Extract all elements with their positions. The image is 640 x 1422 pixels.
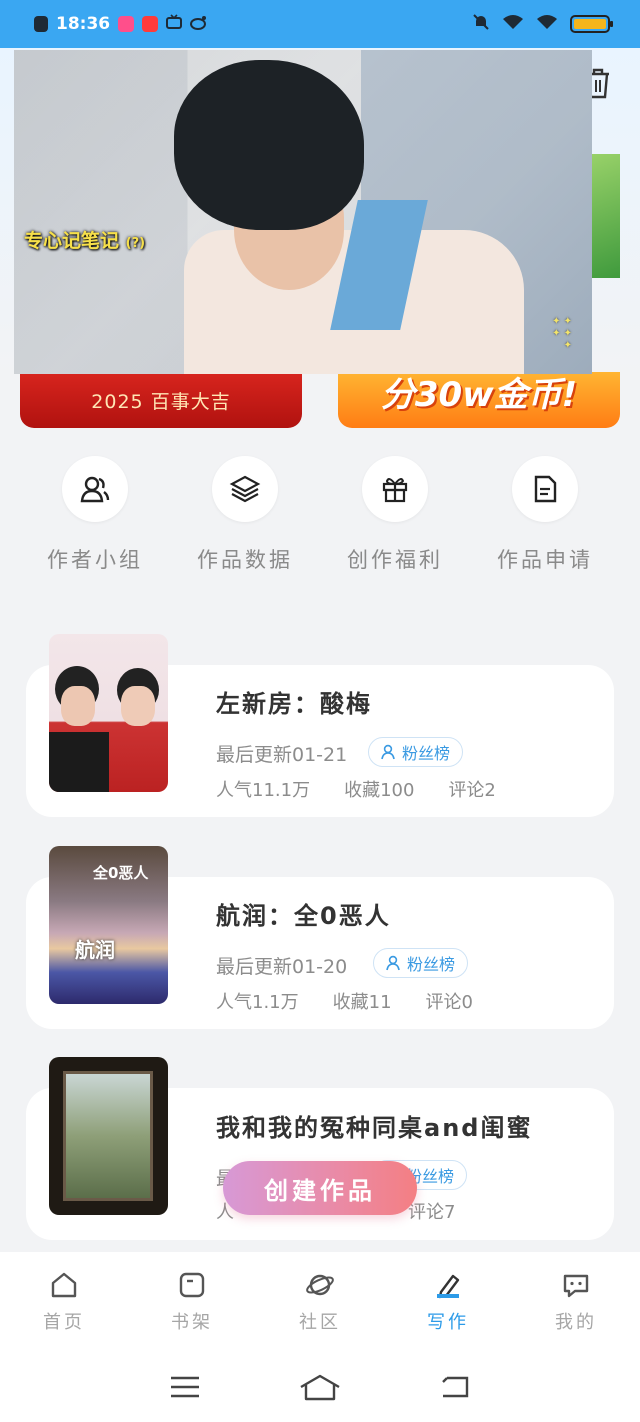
new-year-banner[interactable]: 2025 百事大吉 xyxy=(20,372,302,428)
fan-ranking-label: 粉丝榜 xyxy=(402,744,451,763)
work-comments: 评论7 xyxy=(408,1202,456,1223)
new-year-banner-text: 2025 百事大吉 xyxy=(91,390,231,413)
quick-item-work-data[interactable]: 作品数据 xyxy=(170,456,320,574)
quick-item-label: 作品申请 xyxy=(497,548,593,572)
tv-icon xyxy=(166,13,183,35)
work-popularity: 人气1.1万 xyxy=(216,992,299,1013)
home-icon xyxy=(51,1272,77,1298)
nav-label: 社区 xyxy=(299,1312,341,1333)
shopping-app-icon xyxy=(142,16,159,32)
planet-icon xyxy=(306,1274,334,1296)
gift-icon xyxy=(362,456,428,522)
nav-item-home[interactable]: 首页 xyxy=(0,1252,128,1352)
video-figure-hair xyxy=(174,60,364,230)
work-cover-image[interactable] xyxy=(49,1057,168,1215)
document-icon xyxy=(512,456,578,522)
app-notification-icon xyxy=(118,16,135,32)
create-work-button[interactable]: 创建作品 xyxy=(223,1161,417,1215)
work-updated: 最后更新01-21 xyxy=(216,744,348,766)
people-icon xyxy=(62,456,128,522)
system-nav-bar xyxy=(0,1352,640,1422)
quick-menu: 作者小组 作品数据 创作福利 作品申请 xyxy=(20,456,620,574)
nav-label: 书架 xyxy=(171,1312,213,1333)
work-stats: 人气1.1万 收藏11 评论0 xyxy=(216,988,473,1014)
app-close-icon xyxy=(34,16,48,32)
bookshelf-icon xyxy=(179,1272,205,1298)
work-popularity: 人气11.1万 xyxy=(216,780,311,801)
work-cover-image[interactable] xyxy=(49,634,168,792)
floating-video-player[interactable]: 专心记笔记 (?) ✦ ✦ ✦ ✦ ✦ xyxy=(14,50,592,374)
quick-item-creator-benefits[interactable]: 创作福利 xyxy=(320,456,470,574)
video-subtitle-text: 专心记笔记 xyxy=(24,230,120,252)
quick-item-label: 作者小组 xyxy=(47,548,143,572)
fan-ranking-badge[interactable]: 粉丝榜 xyxy=(373,948,469,978)
cover-caption-top: 全0恶人 xyxy=(93,864,149,882)
fan-ranking-badge[interactable]: 粉丝榜 xyxy=(368,737,464,767)
layers-icon xyxy=(212,456,278,522)
bottom-nav: 首页 书架 社区 写作 我的 xyxy=(0,1252,640,1352)
status-bar: 18:36 xyxy=(0,0,640,48)
work-title[interactable]: 航润：全0恶人 xyxy=(216,896,391,931)
video-subtitle-mark: (?) xyxy=(125,236,146,251)
home-button-icon[interactable] xyxy=(299,1373,341,1401)
work-comments: 评论0 xyxy=(425,992,473,1013)
work-updated: 最后更新01-20 xyxy=(216,956,348,978)
chat-icon xyxy=(563,1274,589,1298)
quick-item-author-group[interactable]: 作者小组 xyxy=(20,456,170,574)
cover-caption-title: 航润 xyxy=(75,938,115,962)
work-favorites: 收藏11 xyxy=(332,992,392,1013)
fan-ranking-label: 粉丝榜 xyxy=(407,955,456,974)
pen-icon xyxy=(437,1274,460,1299)
work-stats: 人气11.1万 收藏100 评论2 xyxy=(216,776,496,802)
quick-item-work-application[interactable]: 作品申请 xyxy=(470,456,620,574)
menu-icon[interactable] xyxy=(169,1374,201,1400)
coin-reward-banner-text: 分30w金币! xyxy=(380,374,578,415)
battery-icon xyxy=(570,15,613,33)
status-time: 18:36 xyxy=(56,14,111,34)
video-watermark-logo: ✦ ✦ ✦ ✦ ✦ xyxy=(552,316,572,351)
work-title[interactable]: 左新房：酸梅 xyxy=(216,684,372,719)
video-subtitle: 专心记笔记 (?) xyxy=(24,226,145,253)
nav-label: 我的 xyxy=(555,1312,597,1333)
wifi-icon xyxy=(502,14,524,35)
wifi-icon-secondary xyxy=(536,14,558,35)
quick-item-label: 作品数据 xyxy=(197,548,293,572)
nav-label: 写作 xyxy=(427,1312,469,1333)
user-icon xyxy=(381,744,395,760)
nav-item-bookshelf[interactable]: 书架 xyxy=(128,1252,256,1352)
nav-label: 首页 xyxy=(43,1312,85,1333)
work-cover-image[interactable]: 全0恶人 航润 xyxy=(49,846,168,1004)
work-title[interactable]: 我和我的冤种同桌and闺蜜 xyxy=(216,1108,532,1143)
work-favorites: 收藏100 xyxy=(344,780,415,801)
weibo-icon xyxy=(190,14,208,35)
nav-item-mine[interactable]: 我的 xyxy=(512,1252,640,1352)
quick-item-label: 创作福利 xyxy=(347,548,443,572)
back-icon[interactable] xyxy=(439,1374,471,1400)
nav-item-community[interactable]: 社区 xyxy=(256,1252,384,1352)
mute-icon xyxy=(472,13,490,36)
work-comments: 评论2 xyxy=(448,780,496,801)
coin-reward-banner[interactable]: 分30w金币! xyxy=(338,372,620,428)
user-icon xyxy=(386,955,400,971)
nav-item-writing[interactable]: 写作 xyxy=(384,1252,512,1352)
